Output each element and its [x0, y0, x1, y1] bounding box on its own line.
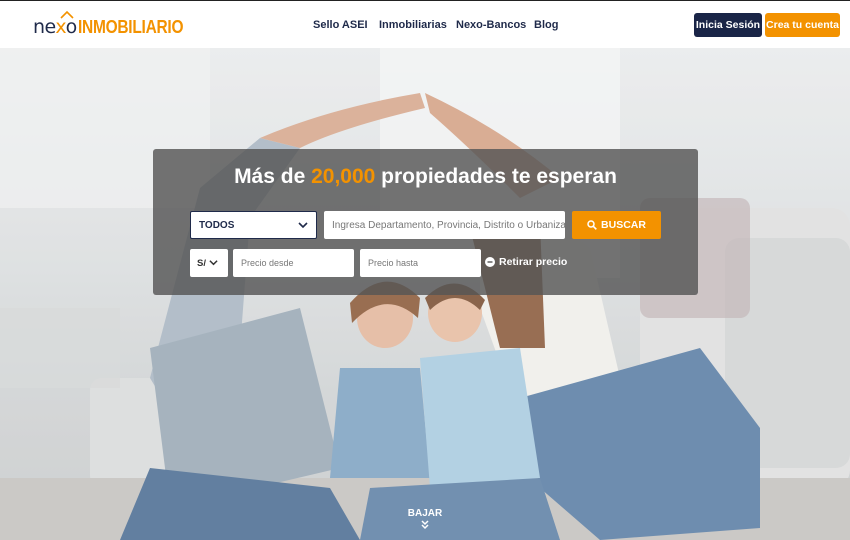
price-to-input[interactable] [360, 249, 481, 277]
remove-price-button[interactable]: Retirar precio [485, 255, 567, 269]
nav-link-nexo-bancos[interactable]: Nexo-Bancos [456, 19, 526, 31]
signup-button[interactable]: Crea tu cuenta [765, 13, 840, 37]
property-type-value: TODOS [199, 220, 235, 231]
headline-highlight: 20,000 [311, 165, 376, 188]
location-search-input[interactable] [324, 211, 565, 239]
chevron-down-icon [298, 222, 308, 229]
chevron-down-icon [209, 260, 218, 266]
nav-link-sello-asei[interactable]: Sello ASEI [313, 19, 368, 31]
login-button[interactable]: Inicia Sesión [694, 13, 762, 37]
scroll-down-label: BAJAR [407, 508, 443, 519]
search-panel: Más de 20,000 propiedades te esperan TOD… [153, 149, 698, 295]
search-icon [587, 220, 597, 230]
double-chevron-down-icon [421, 520, 429, 530]
property-type-select[interactable]: TODOS [190, 211, 317, 239]
scroll-down-button[interactable]: BAJAR [395, 508, 455, 530]
hero-headline: Más de 20,000 propiedades te esperan [153, 165, 698, 189]
minus-circle-icon [485, 257, 495, 267]
currency-select[interactable]: S/ [190, 249, 228, 277]
headline-prefix: Más de [234, 165, 312, 188]
top-navbar: nexo INMOBILIARIO Sello ASEI Inmobiliari… [0, 0, 850, 48]
logo-wordmark-inmobiliario: INMOBILIARIO [77, 17, 184, 37]
headline-suffix: propiedades te esperan [375, 165, 617, 188]
price-from-input[interactable] [233, 249, 354, 277]
currency-value: S/ [197, 258, 206, 269]
logo-wordmark: nexo [33, 10, 77, 38]
logo-roof-icon [60, 10, 74, 19]
search-button[interactable]: BUSCAR [572, 211, 661, 239]
search-button-label: BUSCAR [601, 219, 646, 231]
nav-link-blog[interactable]: Blog [534, 19, 558, 31]
nav-link-inmobiliarias[interactable]: Inmobiliarias [379, 19, 447, 31]
nexo-inmobiliario-logo[interactable]: nexo INMOBILIARIO [33, 10, 200, 38]
remove-price-label: Retirar precio [499, 256, 568, 268]
